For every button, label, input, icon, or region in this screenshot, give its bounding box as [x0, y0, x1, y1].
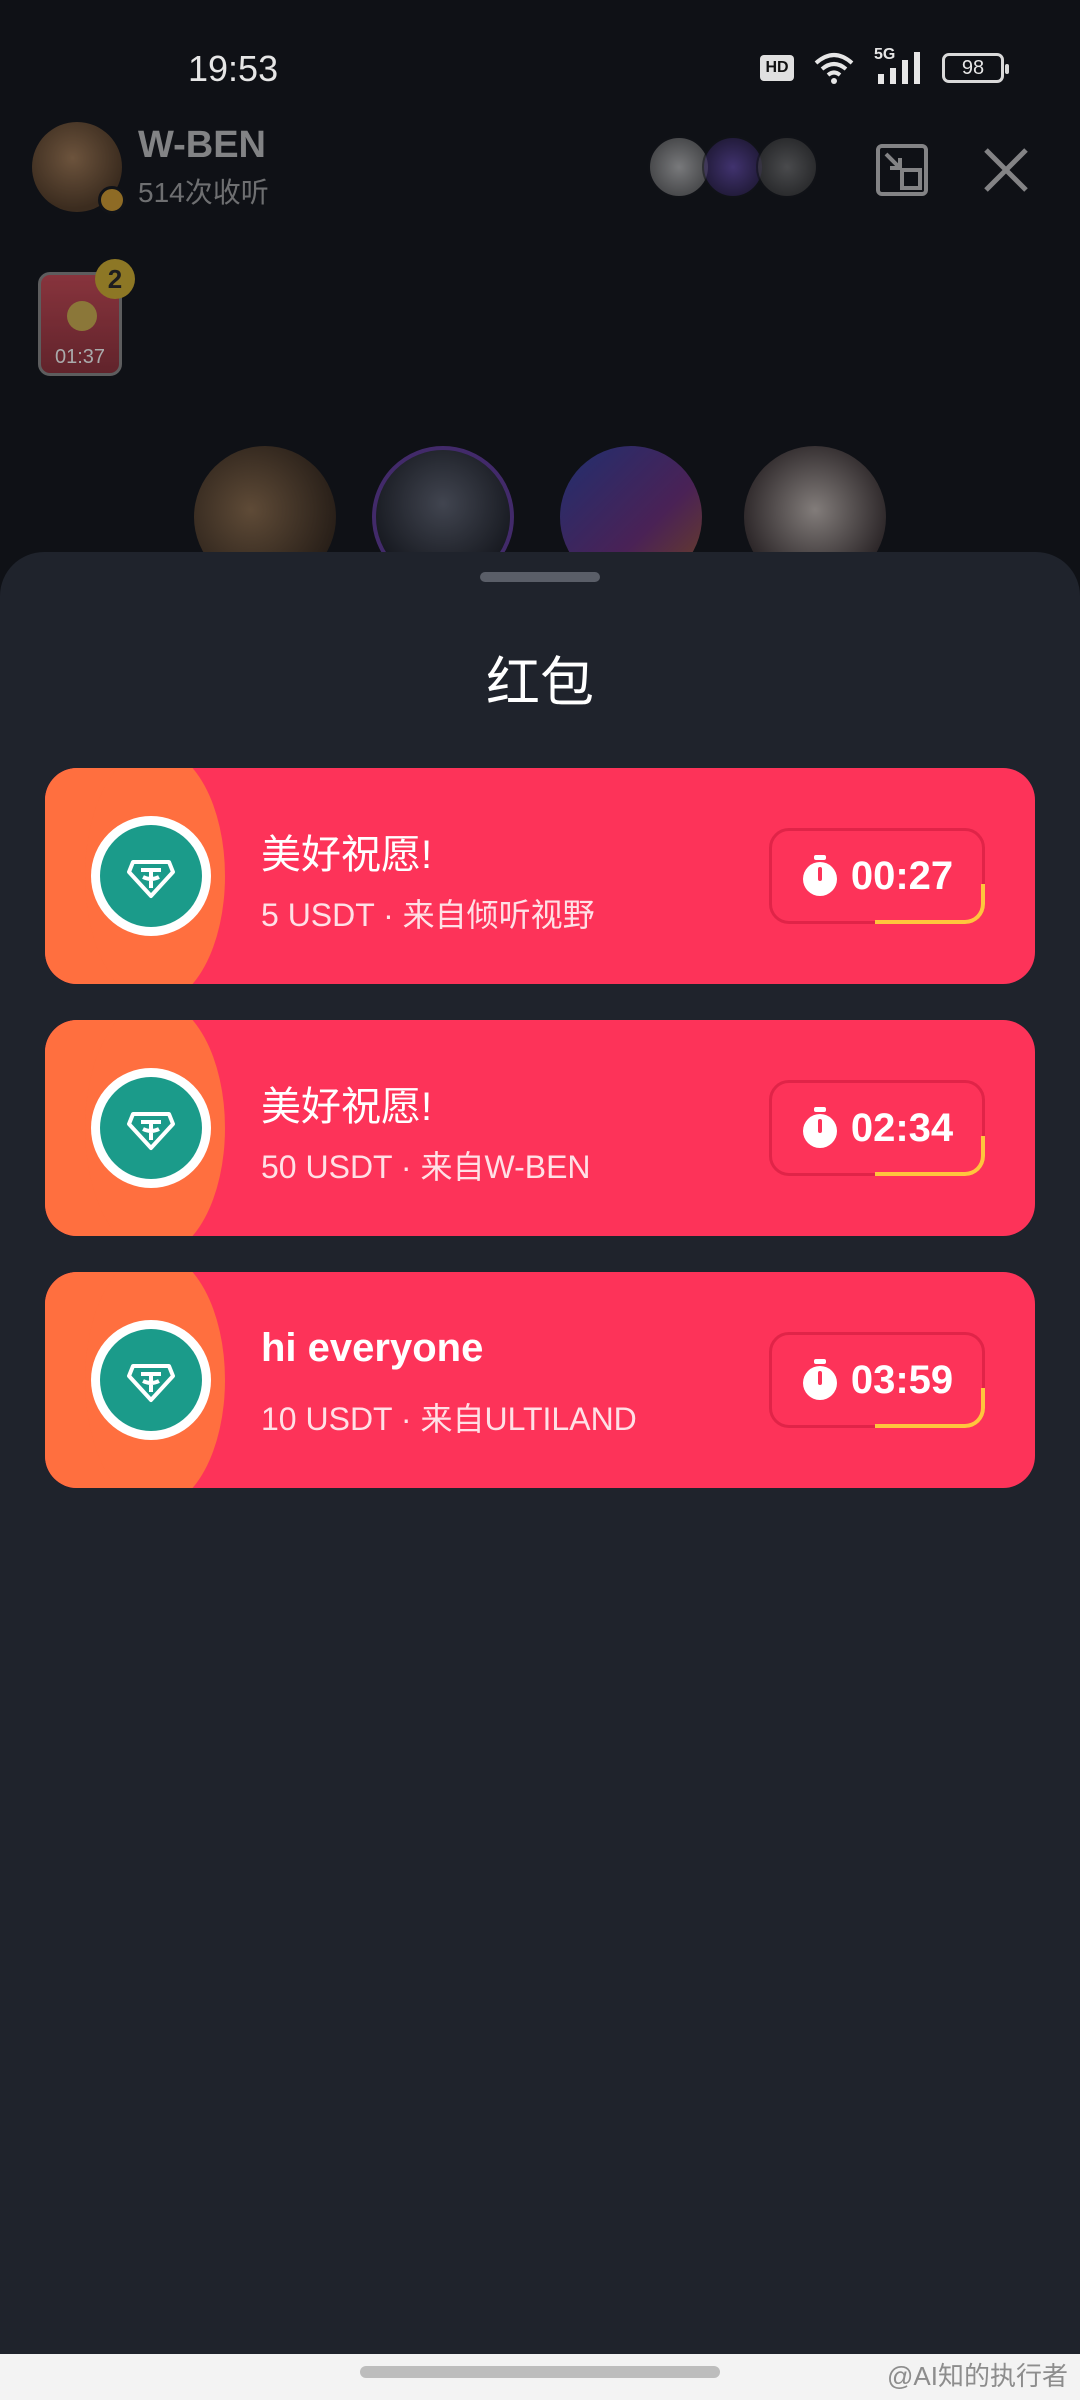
packet-subtitle: 5 USDT · 来自倾听视野	[261, 897, 595, 933]
packet-title: 美好祝愿!	[261, 1085, 433, 1129]
home-indicator[interactable]	[360, 2366, 720, 2378]
status-time: 19:53	[188, 48, 279, 89]
status-icons: HD 5G 98	[760, 46, 1009, 86]
red-packet-item[interactable]: 美好祝愿! 5 USDT · 来自倾听视野 00:27	[45, 768, 1035, 984]
red-packet-item[interactable]: hi everyone 10 USDT · 来自ULTILAND 03:59	[45, 1272, 1035, 1488]
sheet-drag-handle[interactable]	[480, 572, 600, 582]
wifi-icon	[814, 53, 854, 84]
stopwatch-icon	[802, 1107, 837, 1148]
verified-icon	[98, 186, 126, 214]
mini-packet-timer: 01:37	[54, 346, 106, 368]
usdt-coin-icon	[91, 1068, 211, 1188]
packet-title: 美好祝愿!	[261, 833, 433, 877]
coin-icon	[67, 301, 97, 331]
watermark: @AI知的执行者	[887, 2361, 1068, 2391]
battery-indicator: 98	[942, 53, 1009, 83]
minimize-icon[interactable]	[872, 140, 932, 200]
packet-timer: 00:27	[769, 828, 985, 924]
packet-subtitle: 50 USDT · 来自W-BEN	[261, 1149, 591, 1185]
audience-avatar	[648, 136, 710, 198]
stopwatch-icon	[802, 855, 837, 896]
packet-title: hi everyone	[261, 1326, 484, 1370]
packet-count-badge: 2	[95, 259, 135, 299]
host-avatar[interactable]	[32, 122, 126, 214]
timer-progress-accent	[875, 884, 985, 924]
red-packet-list: 美好祝愿! 5 USDT · 来自倾听视野 00:27 美好祝愿! 50 USD…	[45, 768, 1035, 1524]
listen-count: 514次收听	[138, 176, 269, 208]
usdt-coin-icon	[91, 1320, 211, 1440]
hd-badge: HD	[760, 55, 794, 81]
packet-subtitle: 10 USDT · 来自ULTILAND	[261, 1401, 637, 1437]
signal-icon: 5G	[874, 46, 924, 86]
host-name: W-BEN	[138, 123, 266, 166]
sheet-title: 红包	[486, 651, 594, 714]
host-info[interactable]: W-BEN 514次收听	[32, 122, 269, 214]
mini-red-packet[interactable]: 01:37 2	[38, 259, 135, 376]
audience-avatar	[756, 136, 818, 198]
close-icon[interactable]	[976, 140, 1036, 200]
audience-avatars[interactable]	[648, 136, 818, 198]
audience-avatar	[702, 136, 764, 198]
packet-timer: 02:34	[769, 1080, 985, 1176]
timer-progress-accent	[875, 1136, 985, 1176]
status-bar: 19:53 HD 5G 98	[0, 0, 1080, 130]
red-packet-item[interactable]: 美好祝愿! 50 USDT · 来自W-BEN 02:34	[45, 1020, 1035, 1236]
packet-timer: 03:59	[769, 1332, 985, 1428]
usdt-coin-icon	[91, 816, 211, 936]
red-packet-sheet: 红包 美好祝愿! 5 USDT · 来自倾听视野 00:27 美好祝愿! 50 …	[0, 552, 1080, 2400]
timer-progress-accent	[875, 1388, 985, 1428]
stopwatch-icon	[802, 1359, 837, 1400]
